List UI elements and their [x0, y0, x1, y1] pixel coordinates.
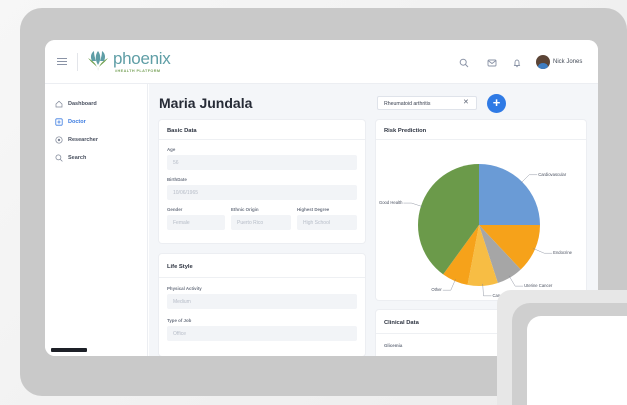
age-field[interactable]: 56: [167, 155, 357, 170]
phoenix-logo-icon: [88, 51, 108, 71]
sidebar-item-doctor[interactable]: Doctor: [55, 116, 86, 128]
leader-line: [520, 174, 538, 184]
birthdate-field[interactable]: 10/06/1965: [167, 185, 357, 200]
life-style-card: Life Style Physical Activity Medium Type…: [159, 254, 365, 356]
sidebar-item-label: Dashboard: [68, 101, 97, 107]
highest-degree-field[interactable]: High School: [297, 215, 357, 230]
add-button[interactable]: +: [487, 94, 506, 113]
age-label: Age: [167, 147, 176, 152]
sidebar-item-researcher[interactable]: Researcher: [55, 134, 98, 146]
leader-line: [533, 248, 553, 254]
card-title: Basic Data: [167, 128, 197, 134]
close-icon[interactable]: ✕: [463, 98, 469, 106]
menu-icon[interactable]: [57, 58, 67, 66]
sidebar-item-label: Researcher: [68, 137, 98, 143]
risk-prediction-card: Risk Prediction Cardiovascular Endocrine U…: [376, 120, 586, 300]
glicemia-label: Glicemia: [384, 343, 403, 348]
basic-data-card: Basic Data Age 56 BirthDate 10/06/1965 G…: [159, 120, 365, 243]
divider: [77, 53, 78, 71]
sidebar: Dashboard Doctor Researcher Search: [45, 84, 148, 356]
researcher-icon: [55, 136, 63, 144]
doctor-icon: [55, 118, 63, 126]
pie-label: Cardiovascular: [538, 171, 567, 177]
leader-line: [442, 279, 456, 291]
patient-name: Maria Jundala: [159, 95, 253, 111]
job-type-field[interactable]: Office: [167, 326, 357, 341]
bell-icon[interactable]: [512, 58, 522, 68]
ethnic-origin-label: Ethnic Origin: [231, 207, 259, 212]
leader-line: [403, 202, 423, 207]
divider: [159, 277, 365, 278]
logo-text: phoenix: [113, 49, 171, 68]
divider: [159, 139, 365, 140]
pie-slice-cardiovascular[interactable]: [479, 164, 540, 225]
highest-degree-label: Highest Degree: [297, 207, 330, 212]
version-badge: [51, 348, 87, 352]
search-icon[interactable]: [459, 58, 469, 68]
pie-label: Endocrine: [553, 250, 573, 256]
gender-label: Gender: [167, 207, 183, 212]
physical-activity-label: Physical Activity: [167, 286, 202, 291]
condition-filter[interactable]: Rheumatoid arthritis: [377, 96, 477, 110]
card-title: Life Style: [167, 264, 193, 270]
user-name[interactable]: Nick Jones: [553, 59, 582, 65]
avatar[interactable]: [536, 55, 550, 69]
birthdate-label: BirthDate: [167, 177, 187, 182]
sidebar-item-label: Doctor: [68, 119, 86, 125]
device-mockup: phoenix #HEALTH PLATFORM Nick Jones Dash…: [0, 0, 627, 405]
sidebar-item-label: Search: [68, 155, 87, 161]
gender-field[interactable]: Female: [167, 215, 225, 230]
search-icon: [55, 154, 63, 162]
logo-subtitle: #HEALTH PLATFORM: [115, 69, 161, 73]
sidebar-item-dashboard[interactable]: Dashboard: [55, 98, 97, 110]
top-bar: phoenix #HEALTH PLATFORM Nick Jones: [45, 40, 598, 84]
mail-icon[interactable]: [487, 58, 497, 68]
physical-activity-field[interactable]: Medium: [167, 294, 357, 309]
pie-label: Good Health: [378, 200, 403, 206]
sidebar-item-search[interactable]: Search: [55, 152, 86, 164]
decorative-corner: [527, 316, 627, 405]
pie-label: Uterine Cancer: [524, 283, 553, 289]
pie-label: Other: [431, 287, 442, 293]
ethnic-origin-field[interactable]: Puerto Rico: [231, 215, 291, 230]
home-icon: [55, 100, 63, 108]
risk-pie-chart: [403, 164, 553, 297]
leader-line: [508, 275, 524, 287]
job-type-label: Type of Job: [167, 318, 192, 323]
card-title: Clinical Data: [384, 320, 419, 326]
